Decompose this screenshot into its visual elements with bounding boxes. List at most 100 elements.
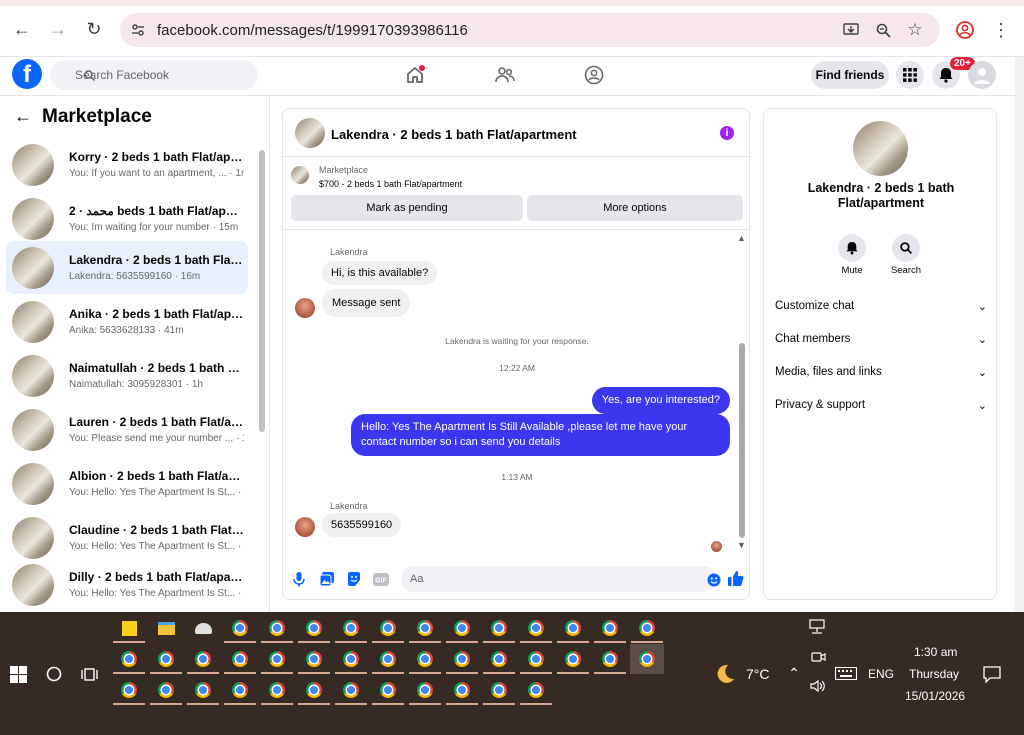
find-friends-button[interactable]: Find friends <box>811 61 889 89</box>
pinned-app-icon[interactable] <box>192 617 214 639</box>
emoji-icon[interactable] <box>706 572 721 587</box>
conversation-item[interactable]: Korry · 2 beds 1 bath Flat/apart... You: … <box>6 138 248 191</box>
clock-day[interactable]: Thursday <box>909 667 959 681</box>
site-info-icon[interactable] <box>130 22 146 38</box>
url-text[interactable]: facebook.com/messages/t/1999170393986116 <box>157 22 468 39</box>
chrome-icon[interactable] <box>599 617 621 639</box>
forward-icon[interactable]: → <box>45 16 71 42</box>
volume-icon[interactable] <box>808 677 828 695</box>
clock-date[interactable]: 15/01/2026 <box>905 689 965 703</box>
chrome-icon[interactable] <box>525 679 547 701</box>
chrome-icon[interactable] <box>266 648 288 670</box>
chrome-icon[interactable] <box>488 679 510 701</box>
home-icon[interactable] <box>404 64 426 86</box>
back-arrow-icon[interactable]: ← <box>14 106 32 127</box>
chrome-icon[interactable] <box>451 679 473 701</box>
reload-icon[interactable]: ↻ <box>81 16 107 42</box>
account-avatar[interactable] <box>968 61 996 89</box>
sender-avatar[interactable] <box>295 517 315 537</box>
chrome-icon[interactable] <box>562 617 584 639</box>
chrome-icon[interactable] <box>340 617 362 639</box>
gif-icon[interactable]: GIF <box>372 571 390 587</box>
profile-icon[interactable] <box>955 20 975 40</box>
microphone-icon[interactable] <box>292 570 306 588</box>
chrome-icon[interactable] <box>377 617 399 639</box>
network-icon[interactable] <box>808 618 828 636</box>
search-in-chat-icon[interactable] <box>892 234 920 262</box>
chat-title[interactable]: Lakendra · 2 beds 1 bath Flat/apartment <box>331 127 577 142</box>
chat-listing-thumbnail[interactable] <box>295 118 325 148</box>
chat-scrollbar[interactable]: ▲ ▼ <box>737 233 747 551</box>
chevron-up-icon[interactable]: ⌃ <box>786 665 802 681</box>
chat-members-row[interactable]: Chat members ⌄ <box>775 324 987 354</box>
conversation-item[interactable]: Naimatullah · 2 beds 1 bath Flat... Naima… <box>6 349 248 402</box>
more-options-button[interactable]: More options <box>527 195 743 221</box>
outgoing-message[interactable]: Yes, are you interested? <box>591 387 730 414</box>
address-bar[interactable]: facebook.com/messages/t/1999170393986116… <box>120 13 940 47</box>
zoom-icon[interactable] <box>875 22 891 38</box>
file-explorer-icon[interactable] <box>155 617 177 639</box>
chrome-icon[interactable] <box>525 617 547 639</box>
chrome-icon[interactable] <box>414 648 436 670</box>
bookmark-star-icon[interactable]: ☆ <box>906 20 924 39</box>
back-icon[interactable]: ← <box>9 16 35 42</box>
conversation-item[interactable]: Anika · 2 beds 1 bath Flat/apart... Anika… <box>6 295 248 348</box>
chrome-icon[interactable] <box>118 679 140 701</box>
chrome-icon-active[interactable] <box>630 644 664 674</box>
message-input[interactable]: Aa <box>401 566 720 592</box>
menu-grid-icon[interactable] <box>896 61 924 89</box>
chrome-icon[interactable] <box>488 648 510 670</box>
facebook-logo[interactable]: f <box>12 59 42 89</box>
chrome-icon[interactable] <box>451 648 473 670</box>
install-app-icon[interactable] <box>842 22 860 38</box>
page-scrollbar[interactable] <box>1015 57 1024 612</box>
chrome-icon[interactable] <box>636 617 658 639</box>
chrome-icon[interactable] <box>303 648 325 670</box>
conversation-item-active[interactable]: Lakendra · 2 beds 1 bath Flat/apar... Lak… <box>6 241 248 294</box>
privacy-support-row[interactable]: Privacy & support ⌄ <box>775 390 987 420</box>
weather-temp[interactable]: 7°C <box>746 666 770 682</box>
search-input[interactable]: Search Facebook <box>50 60 258 90</box>
incoming-message[interactable]: Message sent <box>322 289 411 317</box>
chrome-icon[interactable] <box>525 648 547 670</box>
chrome-icon[interactable] <box>155 648 177 670</box>
scrollbar-thumb[interactable] <box>739 343 745 538</box>
chrome-icon[interactable] <box>229 679 251 701</box>
clock-time[interactable]: 1:30 am <box>914 645 957 659</box>
browser-menu-icon[interactable]: ⋮ <box>992 19 1010 41</box>
moon-weather-icon[interactable] <box>713 662 737 686</box>
chrome-icon[interactable] <box>451 617 473 639</box>
media-files-links-row[interactable]: Media, files and links ⌄ <box>775 357 987 387</box>
sender-avatar[interactable] <box>295 298 315 318</box>
info-icon[interactable]: i <box>720 126 734 140</box>
chrome-icon[interactable] <box>599 648 621 670</box>
conversation-item[interactable]: Dilly · 2 beds 1 bath Flat/apart... You: … <box>6 558 248 611</box>
task-view-icon[interactable] <box>79 664 99 684</box>
chrome-icon[interactable] <box>377 648 399 670</box>
conversation-item[interactable]: Albion · 2 beds 1 bath Flat/apar... You: … <box>6 457 248 510</box>
chrome-icon[interactable] <box>303 679 325 701</box>
like-thumb-icon[interactable] <box>726 569 744 587</box>
chrome-icon[interactable] <box>562 648 584 670</box>
search-circle-icon[interactable] <box>44 664 64 684</box>
sticky-notes-icon[interactable] <box>118 617 140 639</box>
chrome-icon[interactable] <box>414 679 436 701</box>
listing-price[interactable]: $700 - 2 beds 1 bath Flat/apartment <box>319 179 462 189</box>
scroll-down-icon[interactable]: ▼ <box>737 540 746 550</box>
customize-chat-row[interactable]: Customize chat ⌄ <box>775 291 987 321</box>
conversation-item[interactable]: Claudine · 2 beds 1 bath Flat/ap... You: … <box>6 511 248 564</box>
incoming-message[interactable]: 5635599160 <box>322 513 402 537</box>
conversation-list-scrollbar[interactable] <box>258 140 266 606</box>
chrome-icon[interactable] <box>488 617 510 639</box>
sticker-icon[interactable] <box>345 570 363 588</box>
chrome-icon[interactable] <box>266 679 288 701</box>
chrome-icon[interactable] <box>118 648 140 670</box>
conversation-item[interactable]: محمد · 2 beds 1 bath Flat/apartment ... Y… <box>6 192 248 245</box>
chrome-icon[interactable] <box>340 679 362 701</box>
friends-icon[interactable] <box>494 64 516 86</box>
mute-bell-icon[interactable] <box>838 234 866 262</box>
photo-icon[interactable] <box>318 570 336 588</box>
chrome-icon[interactable] <box>340 648 362 670</box>
mark-pending-button[interactable]: Mark as pending <box>291 195 523 221</box>
windows-start-icon[interactable] <box>8 664 28 684</box>
